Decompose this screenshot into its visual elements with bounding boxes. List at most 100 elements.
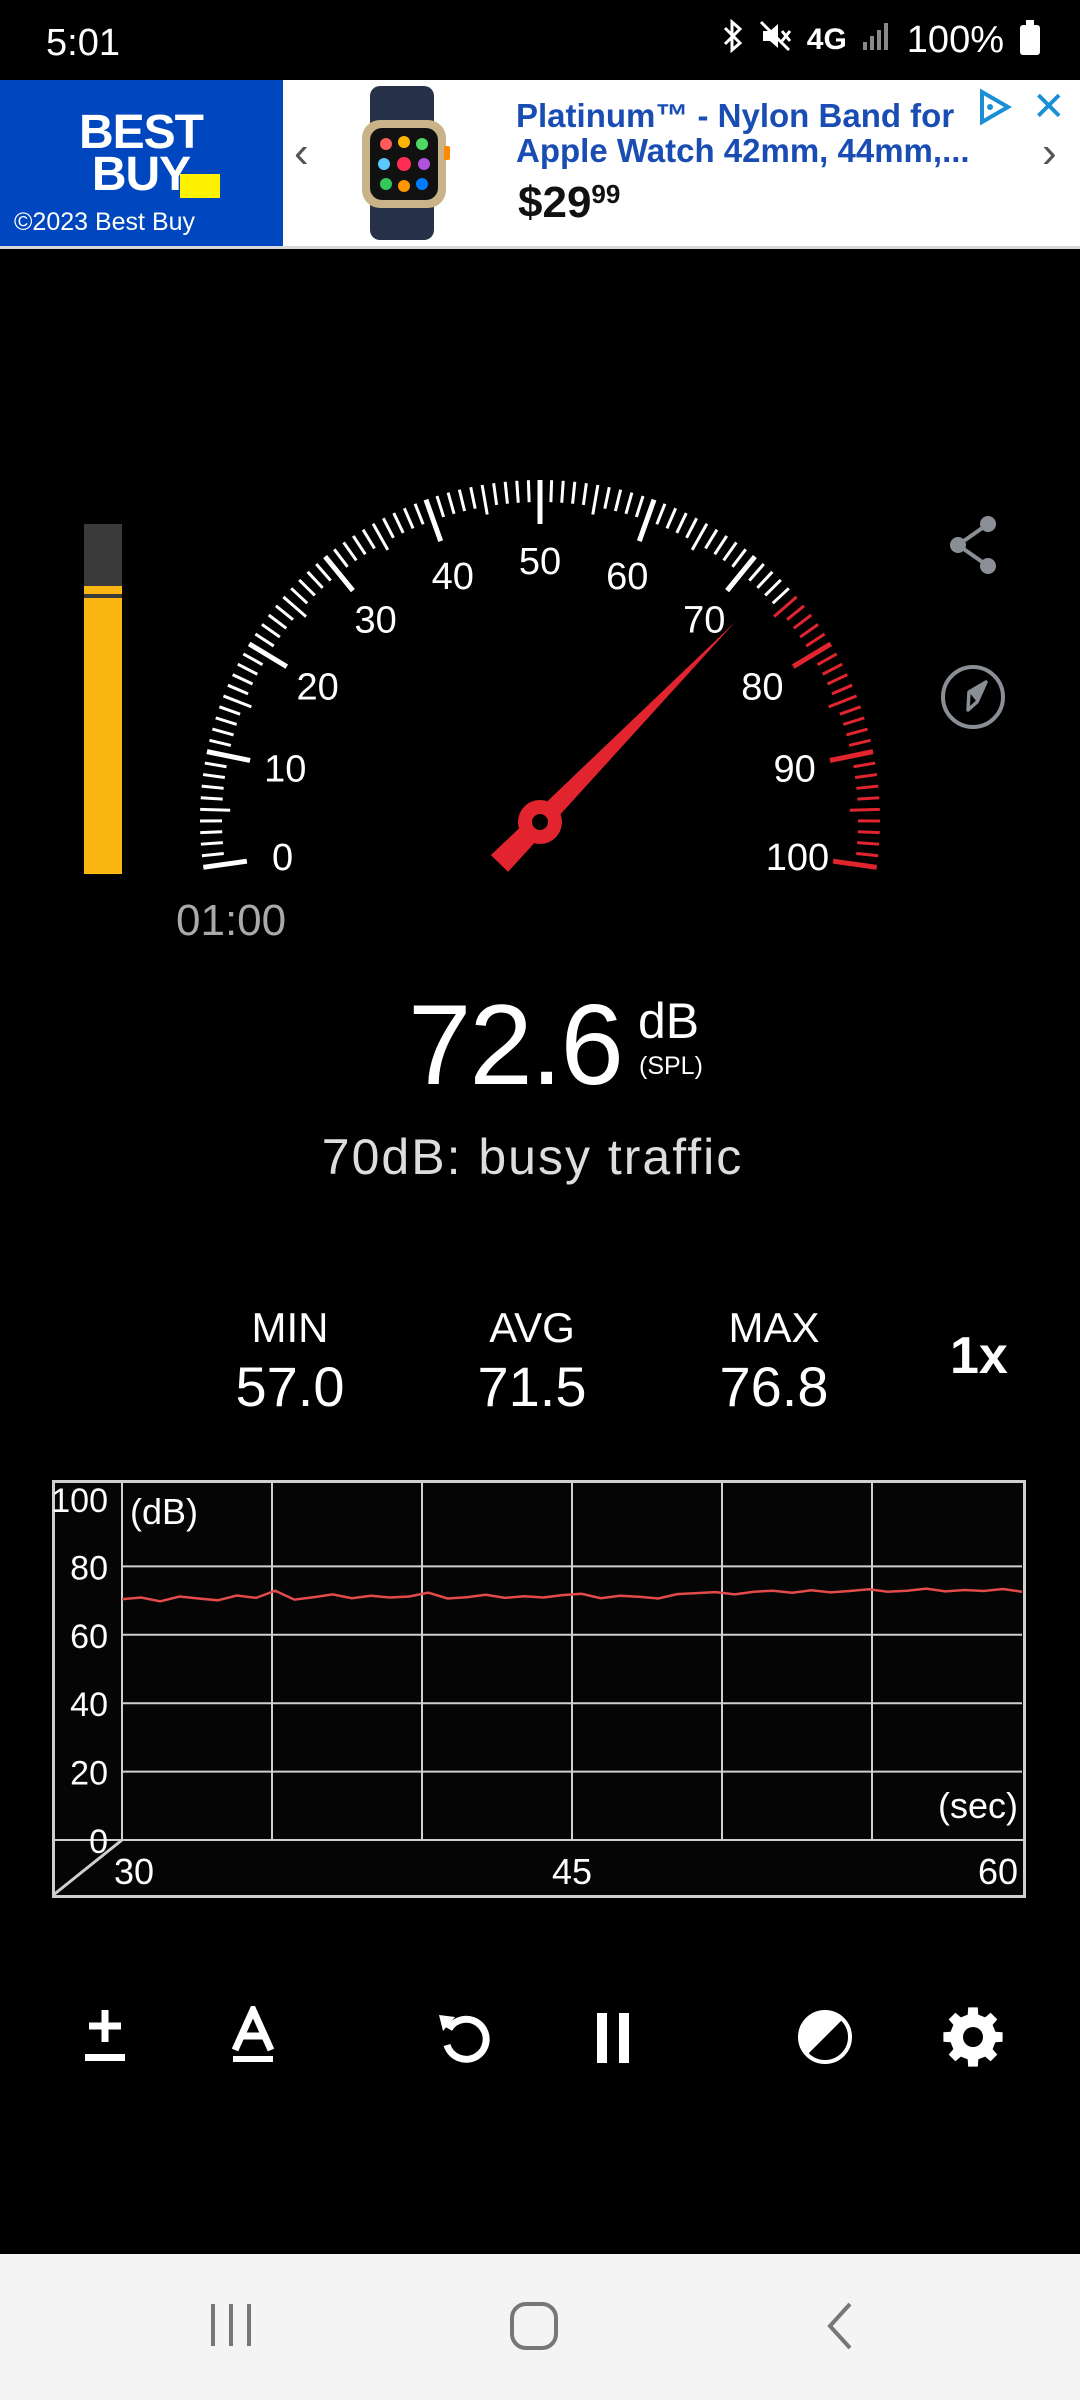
gauge-minor-tick <box>764 578 782 597</box>
gauge-minor-tick <box>267 613 288 630</box>
gauge-label: 100 <box>766 837 829 879</box>
gauge-minor-tick <box>704 528 719 550</box>
apple-watch-product-image[interactable] <box>334 86 474 240</box>
gauge-minor-tick <box>237 662 259 676</box>
calibrate-icon[interactable] <box>60 1992 150 2082</box>
chart-x-axis-label: (sec) <box>938 1785 1018 1826</box>
gauge-minor-tick <box>634 495 645 518</box>
level-meter-bar <box>84 524 122 874</box>
stat-max-label: MAX <box>728 1304 820 1351</box>
theme-icon[interactable] <box>780 1992 870 2082</box>
gauge-minor-tick <box>792 613 813 630</box>
ad-product-title[interactable]: Platinum™ - Nylon Band for Apple Watch 4… <box>516 98 996 168</box>
spl-label: (SPL) <box>639 1052 703 1080</box>
gauge-minor-tick <box>381 517 395 539</box>
gauge-minor-tick <box>655 503 667 525</box>
gauge-minor-tick <box>215 716 238 726</box>
gauge-minor-tick <box>560 480 565 503</box>
gauge-major-tick <box>206 749 251 763</box>
gauge-minor-tick <box>856 784 879 790</box>
gauge-minor-tick <box>204 761 227 769</box>
ad-close-button[interactable]: ✕ <box>1032 84 1066 130</box>
gauge-label: 10 <box>264 749 306 791</box>
graph-speed-button[interactable]: 1x <box>950 1326 1008 1386</box>
pause-icon[interactable] <box>568 1992 658 2082</box>
decibel-gauge: 0 10 20 30 40 50 60 70 80 90 100 <box>199 480 881 879</box>
back-icon[interactable] <box>820 2300 860 2352</box>
chart-frame <box>52 1480 1026 1898</box>
ad-banner[interactable]: BEST BUY ©2023 Best Buy ‹ Platinum™ - Ny… <box>0 80 1080 249</box>
gauge-major-tick <box>202 858 248 870</box>
gauge-minor-tick <box>315 563 332 582</box>
gauge-minor-tick <box>854 773 878 779</box>
gauge-minor-tick <box>805 632 826 648</box>
share-icon[interactable] <box>944 512 1004 578</box>
gauge-minor-tick <box>816 652 838 666</box>
gauge-minor-tick <box>549 480 554 503</box>
gauge-minor-tick <box>849 807 880 812</box>
elapsed-timer: 01:00 <box>176 896 287 945</box>
ad-previous-button[interactable]: ‹ <box>294 128 309 178</box>
gauge-minor-tick <box>480 484 489 515</box>
chart-y-tick-label: 20 <box>70 1755 108 1793</box>
gauge-minor-tick <box>402 507 415 530</box>
gauge-minor-tick <box>232 673 254 686</box>
chart-x-tick-label: 45 <box>552 1851 592 1892</box>
gauge-minor-tick <box>526 480 531 503</box>
best-buy-logo[interactable]: BEST BUY ©2023 Best Buy <box>0 80 283 246</box>
gauge-minor-tick <box>413 503 425 525</box>
adchoices-icon[interactable] <box>976 88 1014 126</box>
level-meter-fill <box>84 597 122 874</box>
chart-y-axis-label: (dB) <box>130 1491 198 1532</box>
gauge-needle-pin <box>532 814 548 830</box>
gauge-minor-tick <box>857 841 880 846</box>
gauge-minor-tick <box>613 489 623 512</box>
ad-price-cents: 99 <box>591 179 621 209</box>
gauge-minor-tick <box>786 604 806 621</box>
ad-price: $2999 <box>518 178 620 228</box>
gauge-minor-tick <box>603 486 611 509</box>
chart-y-tick-label: 80 <box>70 1549 108 1587</box>
gauge-minor-tick <box>457 489 467 512</box>
compass-icon[interactable] <box>938 662 1008 732</box>
battery-percent: 100% <box>906 18 1004 61</box>
gauge-label: 80 <box>741 666 783 708</box>
weighting-a-icon[interactable] <box>208 1992 298 2082</box>
gauge-minor-tick <box>624 492 634 515</box>
gauge-minor-tick <box>469 486 477 509</box>
system-navigation-bar <box>0 2254 1080 2400</box>
home-icon[interactable] <box>508 2300 560 2352</box>
status-time: 5:01 <box>46 22 120 64</box>
gauge-minor-tick <box>856 851 879 858</box>
gauge-minor-tick <box>853 761 876 769</box>
stat-avg-value: 71.5 <box>477 1355 587 1418</box>
gauge-minor-tick <box>201 851 224 858</box>
gauge-minor-tick <box>857 796 880 801</box>
gauge-minor-tick <box>371 523 390 551</box>
gauge-minor-tick <box>591 484 600 515</box>
gauge-minor-tick <box>492 482 499 506</box>
gauge-minor-tick <box>361 528 376 550</box>
gauge-minor-tick <box>261 623 281 639</box>
gauge-minor-tick <box>333 548 349 568</box>
ad-copyright: ©2023 Best Buy <box>14 208 196 236</box>
ad-price-main: $29 <box>518 178 592 227</box>
gauge-minor-tick <box>446 492 456 515</box>
gauge-minor-tick <box>848 738 871 747</box>
gauge-major-tick <box>247 641 289 669</box>
gauge-minor-tick <box>503 481 509 504</box>
gauge-label: 30 <box>355 600 397 642</box>
gauge-minor-tick <box>756 570 774 589</box>
gauge-minor-tick <box>201 784 224 790</box>
reset-icon[interactable] <box>420 1992 510 2082</box>
gauge-label: 90 <box>774 749 816 791</box>
gauge-minor-tick <box>211 727 234 737</box>
settings-icon[interactable] <box>928 1992 1018 2082</box>
gauge-minor-tick <box>713 535 729 556</box>
chart-y-tick-label: 100 <box>52 1482 108 1520</box>
gauge-minor-tick <box>515 480 520 503</box>
recent-apps-icon[interactable] <box>206 2300 256 2350</box>
gauge-minor-tick <box>254 632 275 648</box>
ad-next-button[interactable]: › <box>1042 128 1057 178</box>
signal-icon <box>861 20 893 60</box>
